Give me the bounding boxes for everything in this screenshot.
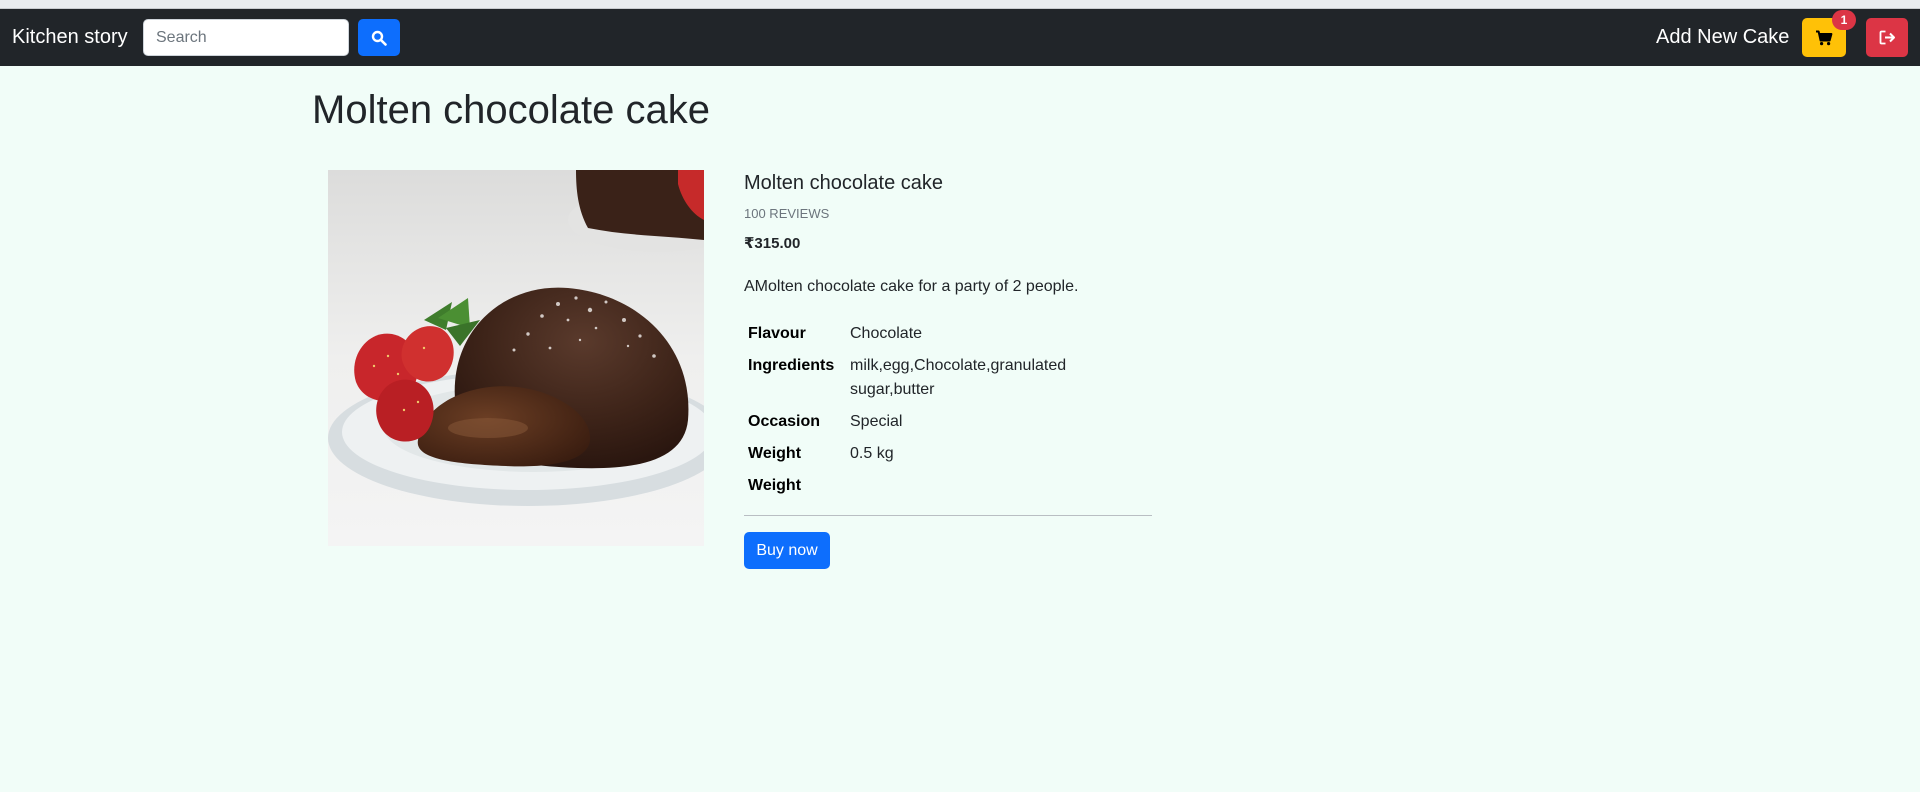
cart-icon [1816,30,1833,45]
spec-value [846,470,1080,502]
spec-value: milk,egg,Chocolate,granulated sugar,butt… [850,357,1067,398]
search-button[interactable] [358,19,400,56]
spec-value: Chocolate [850,325,923,342]
brand-link[interactable]: Kitchen story [12,26,128,49]
spec-label: Weight [748,445,802,462]
browser-top-strip [0,0,1920,9]
product-image [328,170,704,546]
product-description: AMolten chocolate cake for a party of 2 … [744,278,1079,295]
spec-table: Flavour Chocolate Ingredients milk,egg,C… [744,318,1080,502]
spec-row-weight: Weight 0.5 kg [744,438,1080,470]
cart-count-badge: 1 [1832,10,1856,30]
page-title: Molten chocolate cake [312,88,711,132]
divider [744,515,1152,516]
spec-row-ingredients: Ingredients milk,egg,Chocolate,granulate… [744,350,1080,406]
review-count: 100 REVIEWS [744,206,830,221]
search-icon [371,30,387,46]
cake-illustration [328,170,704,546]
logout-icon [1879,30,1895,45]
navbar: Kitchen story Add New Cake 1 [0,9,1920,66]
logout-button[interactable] [1866,18,1908,57]
spec-value: 0.5 kg [850,445,894,462]
spec-row-flavour: Flavour Chocolate [744,318,1080,350]
spec-label: Ingredients [748,357,835,374]
product-price: ₹315.00 [744,235,801,252]
buy-now-button[interactable]: Buy now [744,532,830,569]
spec-row-occasion: Occasion Special [744,406,1080,438]
spec-label: Occasion [748,413,821,430]
spec-value: Special [850,413,903,430]
add-new-cake-link[interactable]: Add New Cake [1656,26,1789,49]
search-input[interactable] [143,19,349,56]
spec-label: Weight [748,477,802,494]
product-name: Molten chocolate cake [744,172,944,194]
spec-label: Flavour [748,325,806,342]
spec-row-weight-2: Weight [744,470,1080,502]
